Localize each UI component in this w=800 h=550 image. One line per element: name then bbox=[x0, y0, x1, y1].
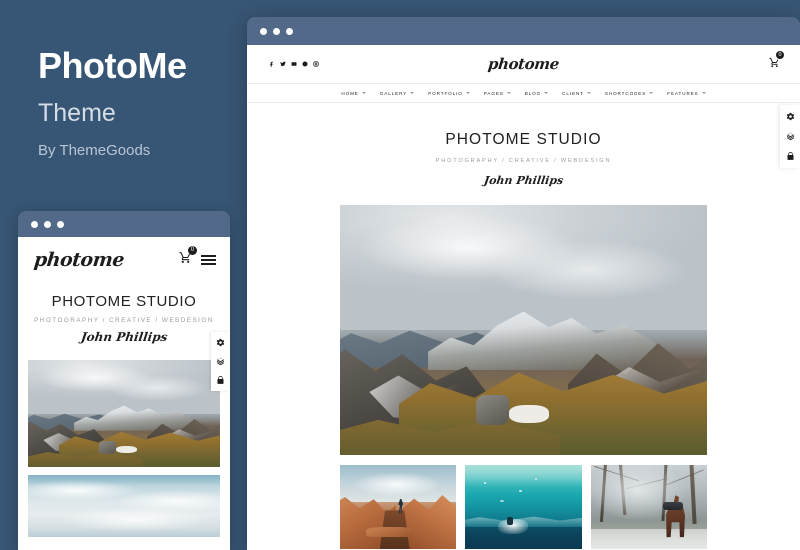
desktop-hero-subtitle: PHOTOGRAPHY / CREATIVE / WEBDESIGN bbox=[435, 158, 612, 164]
mobile-window-body: photome 0 PHOTOME STUDIO PHOTOGRAPHY / C… bbox=[18, 237, 230, 550]
chevron-down-icon bbox=[586, 92, 591, 94]
thumbnail-gallery bbox=[340, 465, 707, 549]
social-links bbox=[269, 61, 319, 67]
chevron-down-icon bbox=[410, 92, 415, 94]
desktop-hero-section: PHOTOME STUDIO PHOTOGRAPHY / CREATIVE / … bbox=[247, 103, 800, 205]
nav-item-pages[interactable]: PAGES bbox=[484, 91, 511, 96]
close-dot[interactable] bbox=[260, 27, 267, 35]
pinterest-icon[interactable] bbox=[302, 61, 308, 67]
cart-tool-icon[interactable] bbox=[216, 376, 225, 385]
desktop-window-body: photome 0 HOME GALLERY PORTFOLIO PAGES B… bbox=[247, 45, 800, 550]
desktop-logo-wrap: photome bbox=[247, 55, 800, 74]
nav-item-shortcodes[interactable]: SHORTCODES bbox=[604, 90, 654, 96]
nav-label: SHORTCODES bbox=[604, 90, 647, 96]
minimize-dot[interactable] bbox=[44, 220, 51, 228]
chevron-down-icon bbox=[701, 92, 706, 94]
nav-label: PAGES bbox=[483, 90, 504, 96]
desktop-hero-signature: John Phillips bbox=[482, 174, 565, 187]
desktop-site-header: photome 0 bbox=[247, 45, 800, 83]
chevron-down-icon bbox=[361, 92, 366, 94]
nav-item-features[interactable]: FEATURES bbox=[667, 90, 706, 96]
mobile-cart-count: 0 bbox=[188, 246, 197, 255]
mobile-hero-signature: John Phillips bbox=[79, 330, 169, 344]
forest-photo[interactable] bbox=[590, 465, 707, 549]
nav-item-client[interactable]: CLIENT bbox=[562, 91, 591, 96]
mobile-hero-subtitle: PHOTOGRAPHY / CREATIVE / WEBDESIGN bbox=[34, 317, 214, 324]
maximize-dot[interactable] bbox=[57, 220, 64, 228]
settings-icon[interactable] bbox=[786, 112, 795, 121]
nav-item-blog[interactable]: BLOG bbox=[524, 90, 549, 96]
desktop-preview-window: photome 0 HOME GALLERY PORTFOLIO PAGES B… bbox=[247, 17, 800, 550]
mobile-site-logo[interactable]: photome bbox=[33, 249, 125, 271]
desktop-window-chrome bbox=[247, 17, 800, 45]
nav-item-gallery[interactable]: GALLERY bbox=[379, 90, 415, 96]
desktop-cart-count: 0 bbox=[776, 51, 784, 59]
nav-label: GALLERY bbox=[379, 90, 408, 96]
main-navigation: HOME GALLERY PORTFOLIO PAGES BLOG CLIENT bbox=[247, 83, 800, 103]
close-dot[interactable] bbox=[31, 220, 38, 228]
hamburger-menu-icon[interactable] bbox=[201, 255, 216, 265]
promo-byline: By ThemeGoods bbox=[38, 142, 151, 159]
mobile-window-chrome bbox=[18, 211, 230, 237]
maximize-dot[interactable] bbox=[286, 27, 293, 35]
nav-label: FEATURES bbox=[667, 90, 699, 96]
nav-label: HOME bbox=[341, 90, 359, 96]
mobile-hero-title: PHOTOME STUDIO bbox=[51, 293, 197, 310]
desktop-site-logo[interactable]: photome bbox=[487, 55, 560, 73]
desktop-side-toolbar bbox=[780, 105, 800, 168]
nav-label: BLOG bbox=[524, 90, 542, 96]
mountain-photo[interactable] bbox=[28, 360, 220, 467]
chevron-down-icon bbox=[649, 92, 654, 94]
page-title: PhotoMe bbox=[38, 45, 187, 86]
layers-icon[interactable] bbox=[786, 132, 795, 141]
twitter-icon[interactable] bbox=[280, 61, 286, 67]
sky-photo[interactable] bbox=[28, 475, 220, 537]
desktop-hero-title: PHOTOME STUDIO bbox=[445, 131, 602, 148]
chevron-down-icon bbox=[544, 92, 549, 94]
mobile-site-header: photome 0 bbox=[18, 237, 230, 283]
desktop-cart-button[interactable]: 0 bbox=[769, 51, 784, 73]
cart-tool-icon[interactable] bbox=[786, 152, 795, 161]
vimeo-icon[interactable] bbox=[291, 61, 297, 67]
settings-icon[interactable] bbox=[216, 338, 225, 347]
mountain-photo[interactable] bbox=[340, 205, 707, 455]
mobile-side-toolbar bbox=[211, 332, 230, 391]
chevron-down-icon bbox=[465, 92, 470, 94]
ocean-photo[interactable] bbox=[465, 465, 582, 549]
nav-item-home[interactable]: HOME bbox=[341, 90, 366, 96]
nav-item-portfolio[interactable]: PORTFOLIO bbox=[428, 91, 470, 96]
layers-icon[interactable] bbox=[216, 357, 225, 366]
canyon-photo[interactable] bbox=[340, 465, 457, 549]
instagram-icon[interactable] bbox=[313, 61, 319, 67]
mobile-preview-window: photome 0 PHOTOME STUDIO PHOTOGRAPHY / C… bbox=[18, 211, 230, 550]
nav-label: PORTFOLIO bbox=[428, 90, 463, 96]
promo-subtitle: Theme bbox=[38, 99, 116, 127]
chevron-down-icon bbox=[506, 92, 511, 94]
mobile-hero-section: PHOTOME STUDIO PHOTOGRAPHY / CREATIVE / … bbox=[18, 283, 230, 354]
facebook-icon[interactable] bbox=[269, 61, 275, 67]
minimize-dot[interactable] bbox=[273, 27, 280, 35]
mobile-cart-button[interactable]: 0 bbox=[179, 246, 197, 269]
nav-label: CLIENT bbox=[562, 90, 584, 96]
